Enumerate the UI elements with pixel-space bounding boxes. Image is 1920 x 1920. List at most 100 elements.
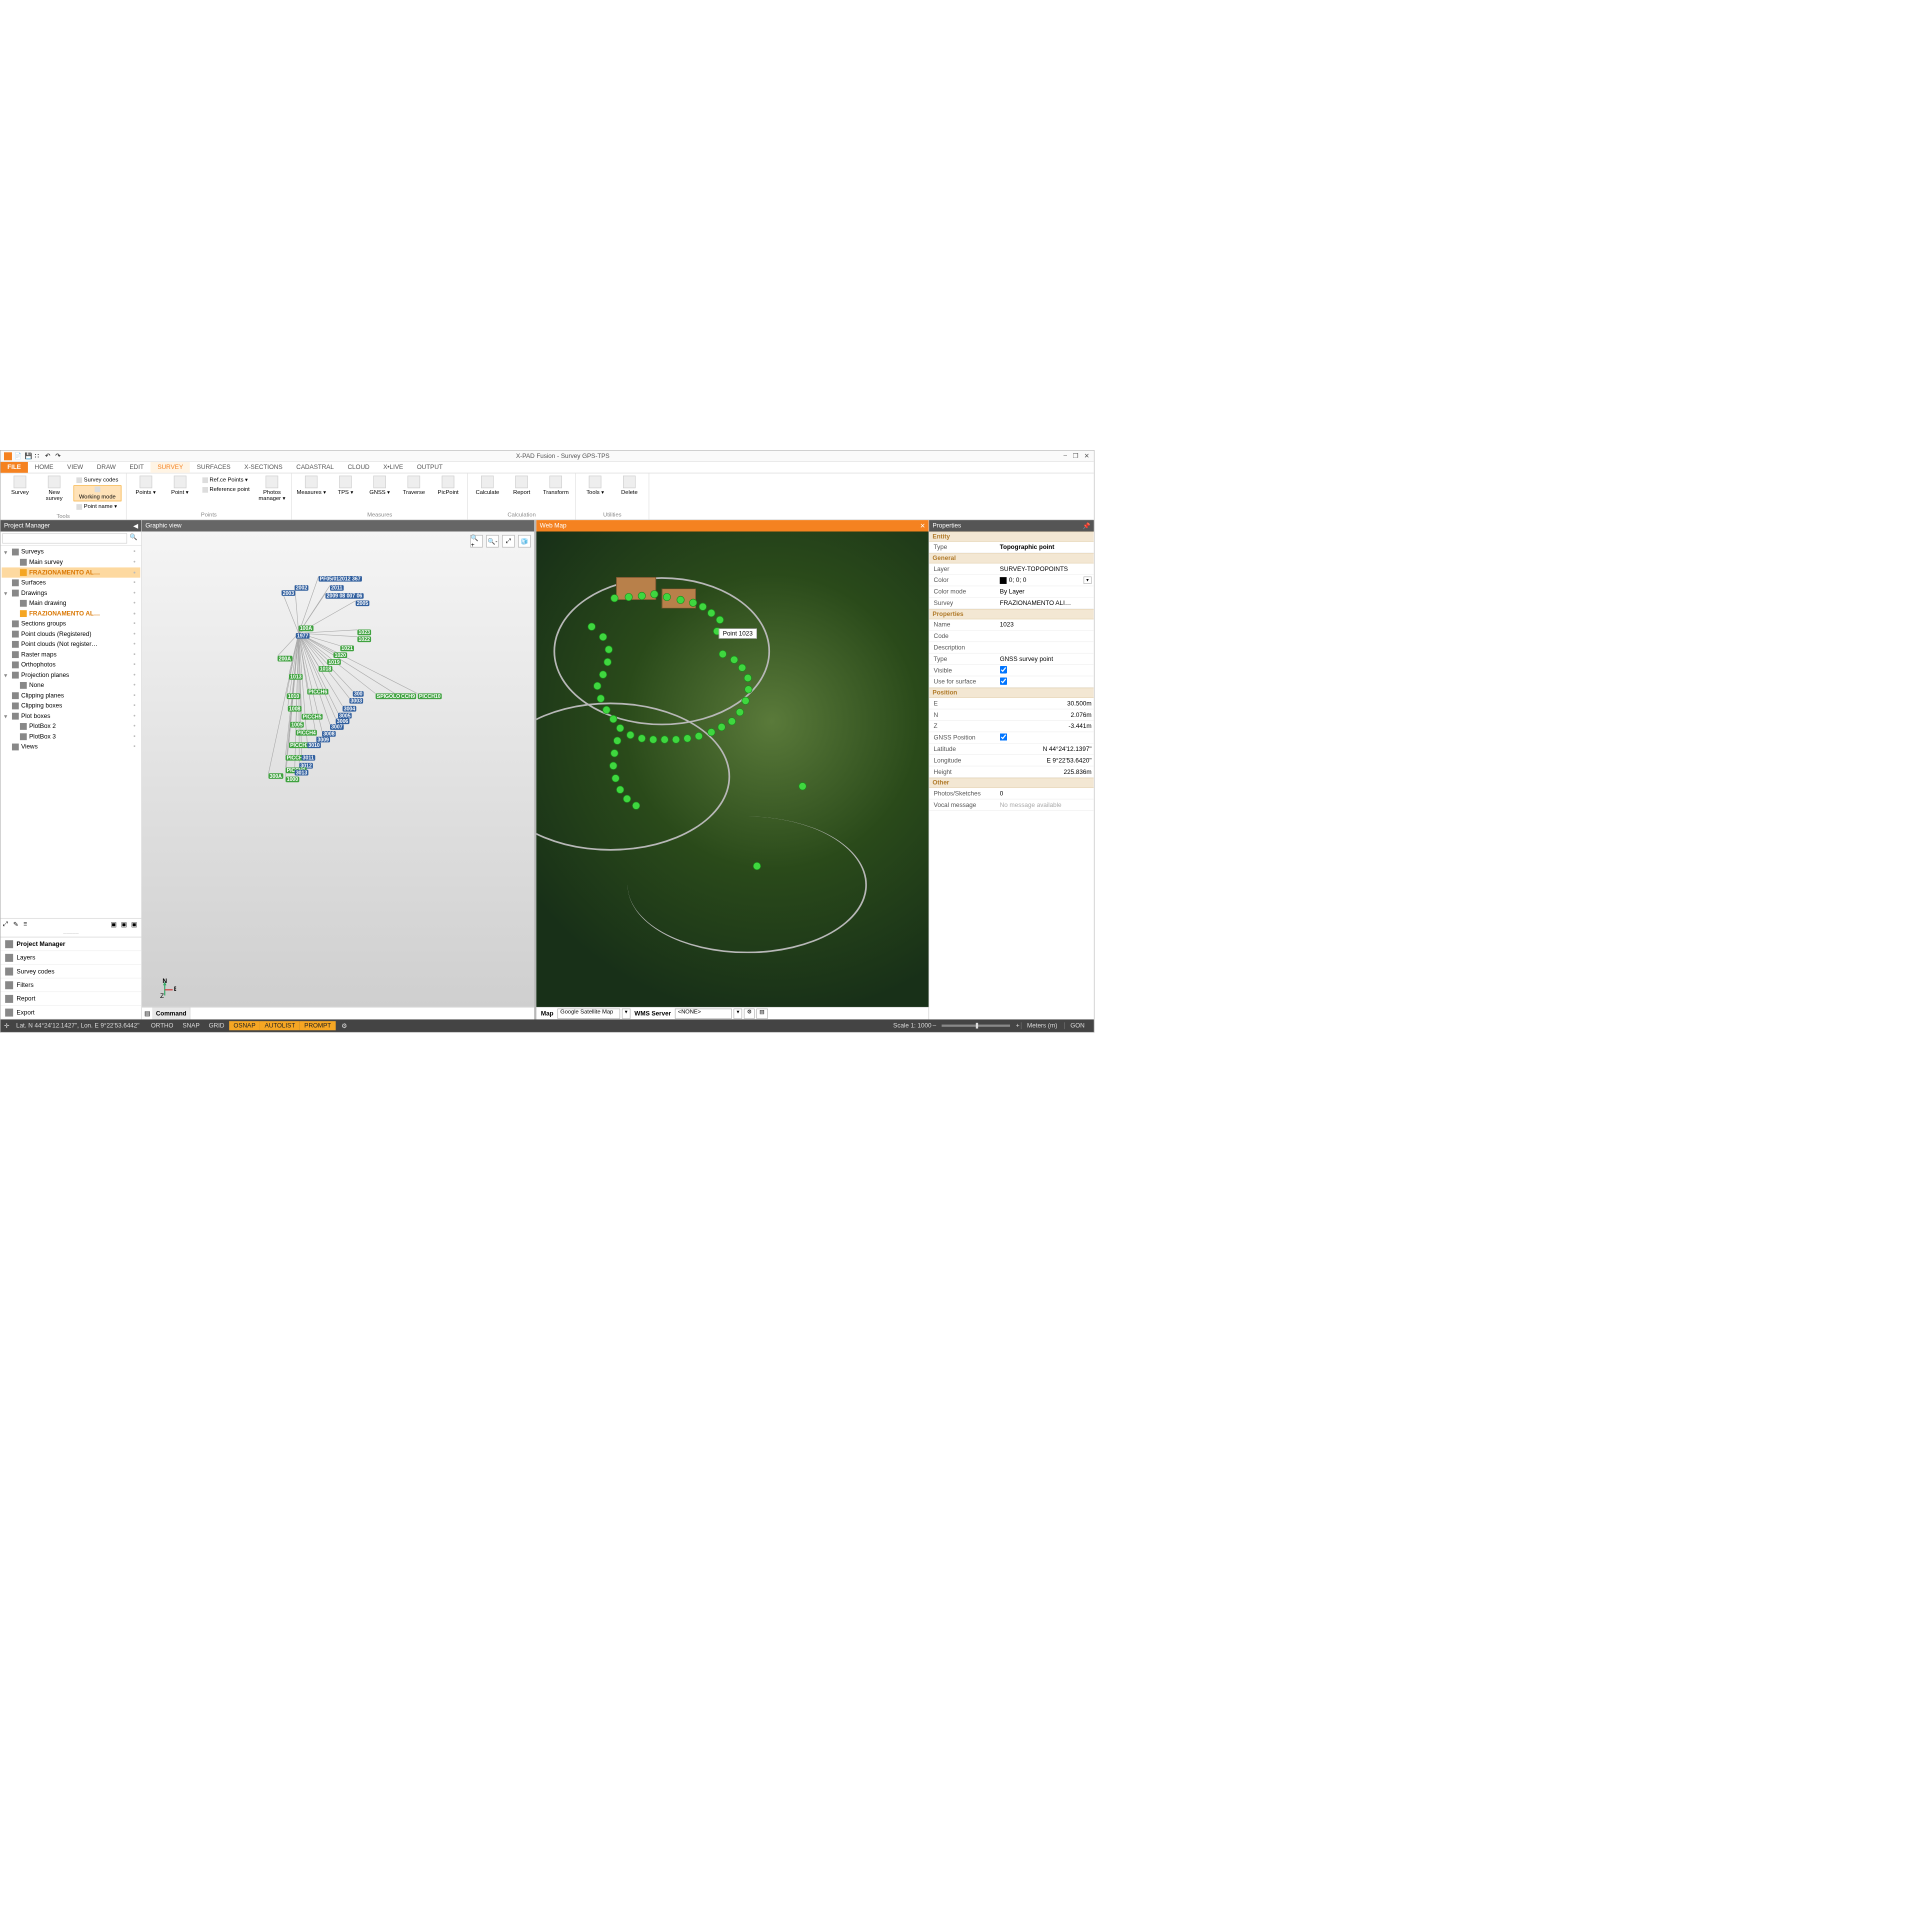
survey-point[interactable]: 1020 bbox=[333, 652, 347, 658]
menu-tab[interactable]: OUTPUT bbox=[410, 462, 449, 473]
survey-point[interactable]: 2005 bbox=[356, 600, 370, 606]
map-point[interactable] bbox=[707, 609, 715, 617]
survey-point[interactable]: 1005 bbox=[290, 722, 304, 728]
tree-row[interactable]: ▾Projection planes• bbox=[2, 670, 141, 680]
menu-tab[interactable]: HOME bbox=[28, 462, 60, 473]
properties-row[interactable]: TypeTopographic point bbox=[929, 542, 1094, 553]
tree-row[interactable]: PlotBox 2• bbox=[2, 721, 141, 731]
survey-point[interactable]: 100A bbox=[299, 626, 314, 632]
web-map-canvas[interactable]: Point 1023 bbox=[536, 532, 928, 1007]
map-point[interactable] bbox=[650, 590, 658, 598]
map-point[interactable] bbox=[616, 724, 624, 732]
status-toggle[interactable]: ORTHO bbox=[146, 1021, 178, 1030]
menu-tab[interactable]: EDIT bbox=[123, 462, 151, 473]
survey-point[interactable]: 1977 bbox=[296, 633, 310, 639]
units-label[interactable]: Meters (m) bbox=[1021, 1022, 1063, 1029]
properties-row[interactable]: Name1023 bbox=[929, 619, 1094, 630]
ribbon-button[interactable]: Transform bbox=[540, 475, 572, 497]
map-point[interactable] bbox=[719, 650, 727, 658]
map-point[interactable] bbox=[588, 623, 596, 631]
close-button[interactable]: ✕ bbox=[1084, 452, 1089, 459]
tree-row[interactable]: Surfaces• bbox=[2, 578, 141, 588]
survey-point[interactable]: 3004 bbox=[343, 706, 357, 712]
survey-point[interactable]: 3007 bbox=[330, 724, 344, 730]
status-toggle[interactable]: SNAP bbox=[178, 1021, 204, 1030]
wms-select[interactable]: <NONE> bbox=[675, 1008, 732, 1018]
map-point[interactable] bbox=[707, 728, 715, 736]
zoom-out-icon[interactable]: 🔍- bbox=[486, 535, 499, 548]
project-tree[interactable]: ▾Surveys•Main survey•FRAZIONAMENTO AL…•S… bbox=[1, 546, 142, 918]
map-point[interactable] bbox=[625, 593, 633, 601]
tree-tool-icon[interactable]: ≡ bbox=[23, 921, 31, 929]
map-point[interactable] bbox=[599, 671, 607, 679]
survey-point[interactable]: PICCH10 bbox=[418, 693, 442, 699]
tree-row[interactable]: Clipping boxes• bbox=[2, 701, 141, 711]
tree-row[interactable]: ▾Surveys• bbox=[2, 547, 141, 557]
properties-row[interactable]: Height225.836m bbox=[929, 766, 1094, 777]
status-toggle[interactable]: GRID bbox=[204, 1021, 229, 1030]
tree-row[interactable]: FRAZIONAMENTO AL…• bbox=[2, 567, 141, 577]
map-point[interactable] bbox=[677, 596, 685, 604]
map-point[interactable] bbox=[616, 786, 624, 794]
survey-point[interactable]: 2003 bbox=[282, 590, 296, 596]
tree-tool-icon[interactable]: ▣ bbox=[111, 921, 119, 929]
map-point[interactable] bbox=[593, 682, 601, 690]
properties-row[interactable]: Photos/Sketches0 bbox=[929, 788, 1094, 799]
ribbon-button[interactable]: Tools ▾ bbox=[579, 475, 611, 497]
tree-tool-icon[interactable]: ⤢ bbox=[3, 921, 11, 929]
map-point[interactable] bbox=[609, 762, 617, 770]
properties-row[interactable]: N2.076m bbox=[929, 709, 1094, 720]
map-point[interactable] bbox=[689, 599, 697, 607]
map-point[interactable] bbox=[613, 737, 621, 745]
map-point[interactable] bbox=[742, 697, 750, 705]
ribbon-button[interactable]: TPS ▾ bbox=[330, 475, 362, 497]
survey-point[interactable]: 2002 bbox=[295, 585, 309, 591]
ribbon-button[interactable]: PicPoint bbox=[432, 475, 464, 497]
map-point[interactable] bbox=[609, 715, 617, 723]
zoom-in-icon[interactable]: 🔍+ bbox=[470, 535, 483, 548]
properties-row[interactable]: Code bbox=[929, 631, 1094, 642]
map-point[interactable] bbox=[612, 774, 620, 782]
map-point[interactable] bbox=[718, 723, 726, 731]
properties-row[interactable]: Vocal messageNo message available bbox=[929, 799, 1094, 810]
left-nav-item[interactable]: Export bbox=[1, 1006, 142, 1020]
properties-row[interactable]: Use for surface bbox=[929, 676, 1094, 687]
status-toggle[interactable]: OSNAP bbox=[229, 1021, 260, 1030]
map-point[interactable] bbox=[744, 674, 752, 682]
map-point[interactable] bbox=[599, 633, 607, 641]
project-search-input[interactable] bbox=[2, 533, 127, 543]
survey-point[interactable]: 1008 bbox=[288, 706, 302, 712]
ribbon-button[interactable]: Survey bbox=[4, 475, 36, 497]
status-toggle[interactable]: AUTOLIST bbox=[260, 1021, 300, 1030]
properties-row[interactable]: Z-3.441m bbox=[929, 721, 1094, 732]
survey-point[interactable]: 1000 bbox=[286, 777, 300, 783]
properties-row[interactable]: Color0; 0; 0▾ bbox=[929, 575, 1094, 586]
properties-row[interactable]: Color modeBy Layer bbox=[929, 586, 1094, 597]
map-point[interactable] bbox=[728, 717, 736, 725]
menu-tab[interactable]: X•LIVE bbox=[376, 462, 410, 473]
ribbon-mini-button[interactable]: Survey codes bbox=[74, 476, 122, 485]
map-layers-icon[interactable]: ▤ bbox=[757, 1008, 768, 1018]
tree-row[interactable]: FRAZIONAMENTO AL…• bbox=[2, 608, 141, 618]
survey-point[interactable]: PICCH5 bbox=[302, 714, 323, 720]
tree-tool-icon[interactable]: ▣ bbox=[121, 921, 129, 929]
ribbon-mini-button[interactable]: Reference point bbox=[199, 485, 252, 494]
survey-point[interactable]: 1018 bbox=[319, 666, 333, 672]
tree-row[interactable]: ▾Drawings• bbox=[2, 588, 141, 598]
survey-point[interactable]: 1021 bbox=[340, 646, 354, 652]
properties-row[interactable]: LayerSURVEY-TOPOPOINTS bbox=[929, 563, 1094, 574]
survey-point[interactable]: 300A bbox=[268, 773, 283, 779]
properties-row[interactable]: TypeGNSS survey point bbox=[929, 653, 1094, 664]
scale-slider[interactable] bbox=[942, 1025, 1010, 1027]
survey-point[interactable]: 2011 bbox=[330, 585, 343, 591]
survey-point[interactable]: PF05/012012 367 bbox=[319, 576, 362, 582]
map-point[interactable] bbox=[716, 616, 724, 624]
project-manager-collapse-icon[interactable]: ◀ bbox=[133, 522, 138, 529]
survey-point[interactable]: 2009 08 007 06 bbox=[325, 593, 363, 599]
menu-tab[interactable]: SURVEY bbox=[151, 462, 190, 473]
new-icon[interactable]: 📄 bbox=[14, 452, 22, 460]
command-input[interactable] bbox=[190, 1007, 534, 1019]
left-nav-item[interactable]: Report bbox=[1, 992, 142, 1006]
left-nav-item[interactable]: Layers bbox=[1, 951, 142, 965]
ribbon-mini-button[interactable]: Point name ▾ bbox=[74, 502, 122, 511]
